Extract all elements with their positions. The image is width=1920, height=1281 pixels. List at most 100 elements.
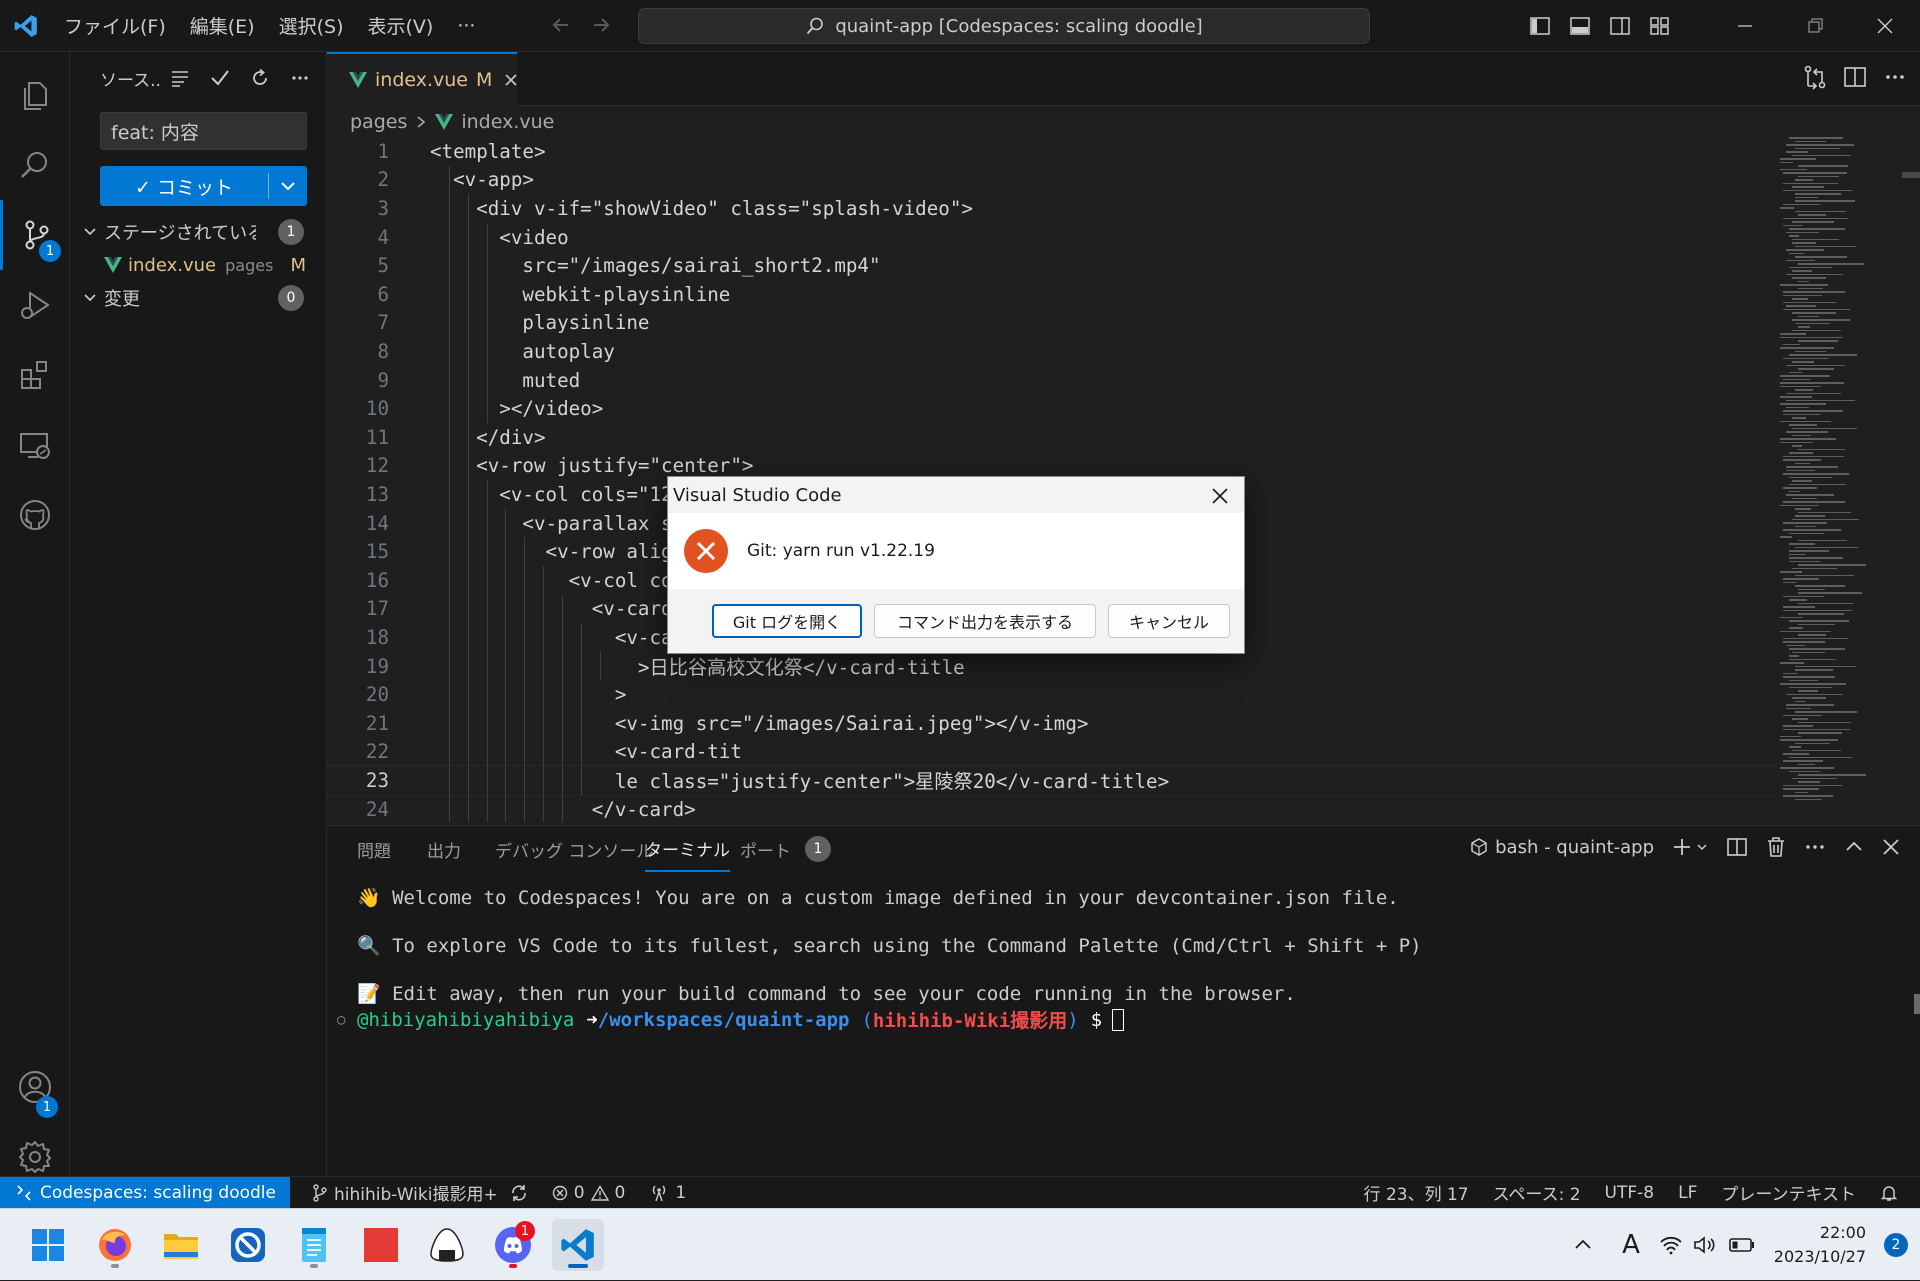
remote-explorer-icon[interactable] (0, 410, 70, 480)
branch-indicator[interactable]: hihihib-Wiki撮影用+ (300, 1180, 540, 1205)
kill-terminal-trash-icon[interactable] (1766, 836, 1786, 858)
tab-terminal[interactable]: ターミナル (645, 826, 730, 872)
wifi-icon[interactable] (1654, 1235, 1688, 1255)
minimap[interactable] (1780, 137, 1900, 822)
changes-group[interactable]: 変更 0 (70, 282, 326, 314)
code-line[interactable]: 5 src="/images/sairai_short2.mp4" (327, 251, 1777, 280)
staged-changes-group[interactable]: ステージされている... 1 (70, 216, 326, 248)
code-line[interactable]: 21 <v-img src="/images/Sairai.jpeg"></v-… (327, 709, 1777, 738)
code-line[interactable]: 22 <v-card-tit (327, 738, 1777, 767)
tab-ports[interactable]: ポート 1 (740, 826, 831, 872)
code-line[interactable]: 4 <video (327, 223, 1777, 252)
code-line[interactable]: 7 playsinline (327, 309, 1777, 338)
code-line[interactable]: 10 ></video> (327, 394, 1777, 423)
remote-indicator[interactable]: Codespaces: scaling doodle (0, 1177, 290, 1208)
ime-indicator[interactable]: A (1608, 1230, 1654, 1260)
run-debug-icon[interactable] (0, 270, 70, 340)
code-line[interactable]: 6 webkit-playsinline (327, 280, 1777, 309)
indentation[interactable]: スペース: 2 (1481, 1180, 1593, 1205)
back-arrow-icon[interactable] (550, 10, 572, 40)
open-git-log-button[interactable]: Git ログを開く (712, 604, 862, 638)
accounts-icon[interactable]: 1 (0, 1052, 70, 1122)
code-line[interactable]: 3 <div v-if="showVideo" class="splash-vi… (327, 194, 1777, 223)
commit-button[interactable]: ✓ コミット (100, 166, 307, 206)
refresh-icon[interactable] (240, 68, 280, 88)
editor-more-icon[interactable] (1882, 64, 1908, 90)
discord-icon[interactable]: 1 (487, 1219, 539, 1271)
red-app-icon[interactable] (355, 1219, 407, 1271)
commit-button-label[interactable]: ✓ コミット (100, 173, 268, 200)
battery-icon[interactable] (1722, 1237, 1762, 1253)
close-window-icon[interactable] (1850, 0, 1920, 52)
code-line[interactable]: 2 <v-app> (327, 166, 1777, 195)
cursor-position[interactable]: 行 23、列 17 (1352, 1180, 1481, 1205)
menu-file[interactable]: ファイル(F) (52, 0, 178, 52)
explorer-icon[interactable] (0, 60, 70, 130)
code-line[interactable]: 9 muted (327, 366, 1777, 395)
split-terminal-icon[interactable] (1726, 836, 1748, 858)
cancel-button[interactable]: キャンセル (1108, 604, 1230, 638)
menu-edit[interactable]: 編集(E) (178, 0, 267, 52)
restore-icon[interactable] (1780, 0, 1850, 52)
maximize-panel-chevron-up-icon[interactable] (1844, 837, 1864, 857)
tab-output[interactable]: 出力 (427, 826, 461, 872)
tray-overflow-chevron-icon[interactable] (1558, 1236, 1608, 1254)
forward-arrow-icon[interactable] (590, 10, 612, 40)
breadcrumb-folder[interactable]: pages (350, 111, 407, 133)
view-as-list-icon[interactable] (160, 68, 200, 88)
onigiri-app-icon[interactable] (421, 1219, 473, 1271)
ports-indicator[interactable]: 1 (637, 1183, 698, 1203)
end-of-line[interactable]: LF (1666, 1183, 1709, 1203)
clock[interactable]: 22:00 2023/10/27 (1762, 1221, 1872, 1269)
split-editor-icon[interactable] (1842, 64, 1868, 90)
code-line[interactable]: 19 >日比谷高校文化祭</v-card-title (327, 652, 1777, 681)
terminal-scrollbar[interactable] (1914, 994, 1920, 1014)
more-actions-icon[interactable] (280, 68, 320, 88)
file-explorer-icon[interactable] (155, 1219, 207, 1271)
volume-icon[interactable] (1688, 1235, 1722, 1255)
firefox-icon[interactable] (89, 1219, 141, 1271)
language-mode[interactable]: プレーンテキスト (1709, 1180, 1868, 1205)
show-command-output-button[interactable]: コマンド出力を表示する (874, 604, 1096, 638)
github-icon[interactable] (0, 480, 70, 550)
new-terminal-plus-icon[interactable] (1672, 837, 1708, 857)
close-panel-icon[interactable] (1882, 838, 1900, 856)
menu-more[interactable]: ··· (445, 0, 487, 52)
menu-view[interactable]: 表示(V) (356, 0, 446, 52)
tab-index-vue[interactable]: index.vue M (327, 52, 517, 106)
notification-center[interactable]: 2 (1872, 1233, 1920, 1257)
tab-close-icon[interactable] (504, 73, 518, 87)
commit-dropdown-chevron-icon[interactable] (269, 177, 307, 195)
menu-selection[interactable]: 選択(S) (267, 0, 356, 52)
command-center[interactable]: quaint-app [Codespaces: scaling doodle] (638, 8, 1370, 44)
toggle-primary-sidebar-icon[interactable] (1520, 0, 1560, 52)
notepad-icon[interactable] (288, 1219, 340, 1271)
vscode-taskbar-icon[interactable] (552, 1219, 604, 1271)
commit-message-input[interactable]: feat: 内容 (100, 112, 307, 150)
app-circle-icon[interactable] (222, 1219, 274, 1271)
sync-icon[interactable] (510, 1184, 528, 1202)
commit-check-icon[interactable] (200, 68, 240, 88)
open-changes-icon[interactable] (1802, 64, 1828, 90)
tab-debug-console[interactable]: デバッグ コンソール (495, 826, 653, 872)
terminal-instance-name[interactable]: bash - quaint-app (1495, 837, 1654, 858)
code-line[interactable]: 23 le class="justify-center">星陵祭20</v-ca… (327, 765, 1777, 796)
problems-indicator[interactable]: 0 0 (540, 1183, 638, 1203)
toggle-secondary-sidebar-icon[interactable] (1600, 0, 1640, 52)
toggle-panel-icon[interactable] (1560, 0, 1600, 52)
staged-file-row[interactable]: index.vue pages M (70, 249, 326, 281)
tab-problems[interactable]: 問題 (357, 826, 391, 872)
source-control-icon[interactable]: 1 (0, 200, 70, 270)
minimize-icon[interactable] (1710, 0, 1780, 52)
customize-layout-icon[interactable] (1640, 0, 1680, 52)
code-line[interactable]: 20 > (327, 680, 1777, 709)
breadcrumb-file[interactable]: index.vue (461, 111, 554, 133)
dialog-close-icon[interactable] (1206, 482, 1234, 510)
notifications-bell-icon[interactable] (1868, 1184, 1920, 1202)
code-line[interactable]: 11 </div> (327, 423, 1777, 452)
search-icon[interactable] (0, 130, 70, 200)
code-line[interactable]: 8 autoplay (327, 337, 1777, 366)
encoding[interactable]: UTF-8 (1593, 1183, 1667, 1203)
windows-start-icon[interactable] (22, 1219, 74, 1271)
extensions-icon[interactable] (0, 340, 70, 410)
